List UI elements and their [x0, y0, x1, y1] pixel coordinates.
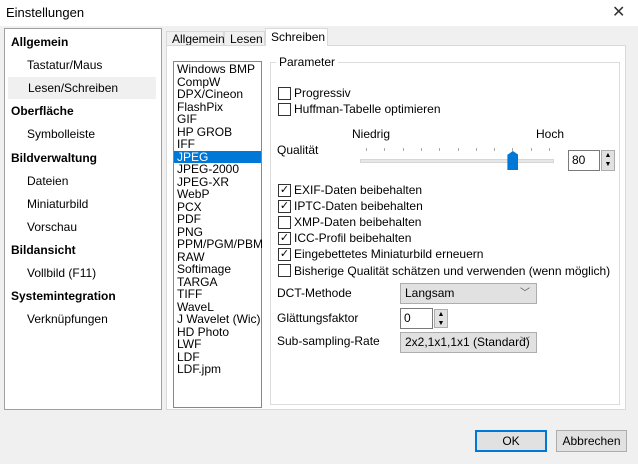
- tree-item[interactable]: Bildverwaltung: [5, 147, 159, 169]
- format-list[interactable]: Windows BMP CompW DPX/Cineon FlashPix GIF HP …: [173, 61, 263, 408]
- slider-tick: [402, 148, 404, 151]
- checkbox-label: XMP-Daten beibehalten: [294, 215, 422, 230]
- slider-tick: [457, 148, 459, 151]
- dct-select[interactable]: Langsam ﹀: [400, 283, 537, 304]
- checkbox-box: ✓: [278, 183, 291, 197]
- quality-spinner[interactable]: ▲ ▼: [601, 150, 615, 171]
- format-item[interactable]: PDF: [174, 213, 261, 226]
- tab-lesen[interactable]: Lesen: [224, 31, 265, 46]
- format-item[interactable]: LDF.jpm: [174, 363, 261, 376]
- tree-item[interactable]: Oberfläche: [5, 100, 159, 122]
- slider-tick: [366, 148, 367, 151]
- tree-item[interactable]: Miniaturbild: [5, 193, 159, 215]
- tree-item[interactable]: Tastatur/Maus: [5, 54, 159, 76]
- tree-item[interactable]: Lesen/Schreiben: [8, 77, 156, 100]
- format-item[interactable]: WebP: [174, 188, 261, 201]
- option-checkbox[interactable]: ✓ EXIF-Daten beibehalten: [278, 183, 422, 197]
- checkbox-label: Progressiv: [294, 86, 351, 100]
- window-title: Einstellungen: [6, 5, 85, 20]
- slider-tick: [439, 148, 441, 151]
- tree-item[interactable]: Allgemein: [5, 31, 159, 53]
- quality-low-label: Niedrig: [352, 127, 391, 141]
- slider-tick: [549, 148, 550, 151]
- checkbox-box: [278, 215, 291, 229]
- slider-tick: [530, 148, 532, 151]
- tree-item[interactable]: Systemintegration: [5, 285, 159, 307]
- format-item[interactable]: TIFF: [174, 288, 261, 301]
- checkbox-box: ✓: [278, 247, 291, 261]
- format-item[interactable]: Softimage: [174, 263, 261, 276]
- chevron-down-icon: ﹀: [520, 288, 530, 299]
- tab-schreiben[interactable]: Schreiben: [265, 28, 328, 46]
- parameter-group-label: Parameter: [276, 55, 339, 69]
- subsampling-value: 2x2,1x1,1x1 (Standard): [405, 335, 530, 349]
- tree-item[interactable]: Vollbild (F11): [5, 262, 159, 284]
- format-item[interactable]: GIF: [174, 113, 261, 126]
- checkbox-box: ✓: [278, 231, 291, 245]
- format-item[interactable]: LWF: [174, 338, 261, 351]
- quality-slider-thumb[interactable]: [507, 151, 519, 170]
- format-item[interactable]: J Wavelet (Wic): [174, 313, 261, 326]
- option-checkbox[interactable]: XMP-Daten beibehalten: [278, 215, 421, 229]
- tree-item[interactable]: Verknüpfungen: [5, 308, 159, 330]
- checkbox-label: Bisherige Qualität schätzen und verwende…: [294, 263, 611, 278]
- dct-label: DCT-Methode: [277, 286, 352, 300]
- progressive-checkbox[interactable]: Progressiv: [278, 86, 351, 100]
- subsampling-label: Sub-sampling-Rate: [277, 334, 380, 348]
- slider-tick: [494, 148, 496, 151]
- cancel-button[interactable]: Abbrechen: [556, 430, 627, 452]
- quality-high-label: Hoch: [536, 127, 565, 141]
- tree-item[interactable]: Symbolleiste: [5, 123, 159, 145]
- slider-tick: [420, 148, 422, 151]
- smoothing-input[interactable]: 0: [400, 308, 433, 329]
- slider-tick: [512, 148, 514, 151]
- checkbox-label: ICC-Profil beibehalten: [294, 231, 412, 246]
- quality-slider-track[interactable]: [360, 159, 554, 163]
- chevron-down-icon: ﹀: [520, 337, 530, 348]
- quality-label: Qualität: [277, 143, 319, 157]
- slider-tick: [384, 148, 386, 151]
- ok-button[interactable]: OK: [475, 430, 547, 452]
- checkbox-box: [278, 102, 291, 116]
- checkbox-label: Eingebettetes Miniaturbild erneuern: [294, 247, 484, 262]
- quality-input[interactable]: 80: [568, 150, 600, 171]
- tree-item[interactable]: Bildansicht: [5, 239, 159, 261]
- format-item[interactable]: DPX/Cineon: [174, 88, 261, 101]
- tree-item[interactable]: Vorschau: [5, 216, 159, 238]
- checkbox-label: IPTC-Daten beibehalten: [294, 199, 423, 214]
- format-item[interactable]: IFF: [174, 138, 261, 151]
- smoothing-spinner[interactable]: ▲ ▼: [434, 309, 448, 328]
- huffman-checkbox[interactable]: Huffman-Tabelle optimieren: [278, 102, 441, 116]
- checkbox-box: [278, 86, 291, 100]
- format-item[interactable]: Windows BMP: [174, 63, 261, 76]
- tree-item[interactable]: Dateien: [5, 170, 159, 192]
- option-checkbox[interactable]: Bisherige Qualität schätzen und verwende…: [278, 264, 610, 278]
- smoothing-label: Glättungsfaktor: [277, 311, 359, 325]
- checkbox-box: [278, 264, 291, 277]
- slider-tick: [475, 148, 477, 151]
- format-item[interactable]: JPEG-2000: [174, 163, 261, 176]
- checkbox-box: ✓: [278, 199, 291, 213]
- close-icon[interactable]: ✕: [612, 2, 625, 22]
- tab-allgemein[interactable]: Allgemein: [166, 31, 225, 46]
- option-checkbox[interactable]: ✓ IPTC-Daten beibehalten: [278, 199, 423, 213]
- subsampling-select[interactable]: 2x2,1x1,1x1 (Standard) ﹀: [400, 332, 537, 353]
- dct-value: Langsam: [405, 286, 455, 300]
- option-checkbox[interactable]: ✓ ICC-Profil beibehalten: [278, 231, 411, 245]
- format-item[interactable]: PPM/PGM/PBM: [174, 238, 263, 251]
- checkbox-label: EXIF-Daten beibehalten: [294, 183, 423, 197]
- title-bar: [0, 0, 638, 26]
- settings-tree: Allgemein Tastatur/Maus Lesen/Schreiben Obe…: [4, 28, 162, 410]
- option-checkbox[interactable]: ✓ Eingebettetes Miniaturbild erneuern: [278, 247, 483, 261]
- checkbox-label: Huffman-Tabelle optimieren: [294, 102, 441, 116]
